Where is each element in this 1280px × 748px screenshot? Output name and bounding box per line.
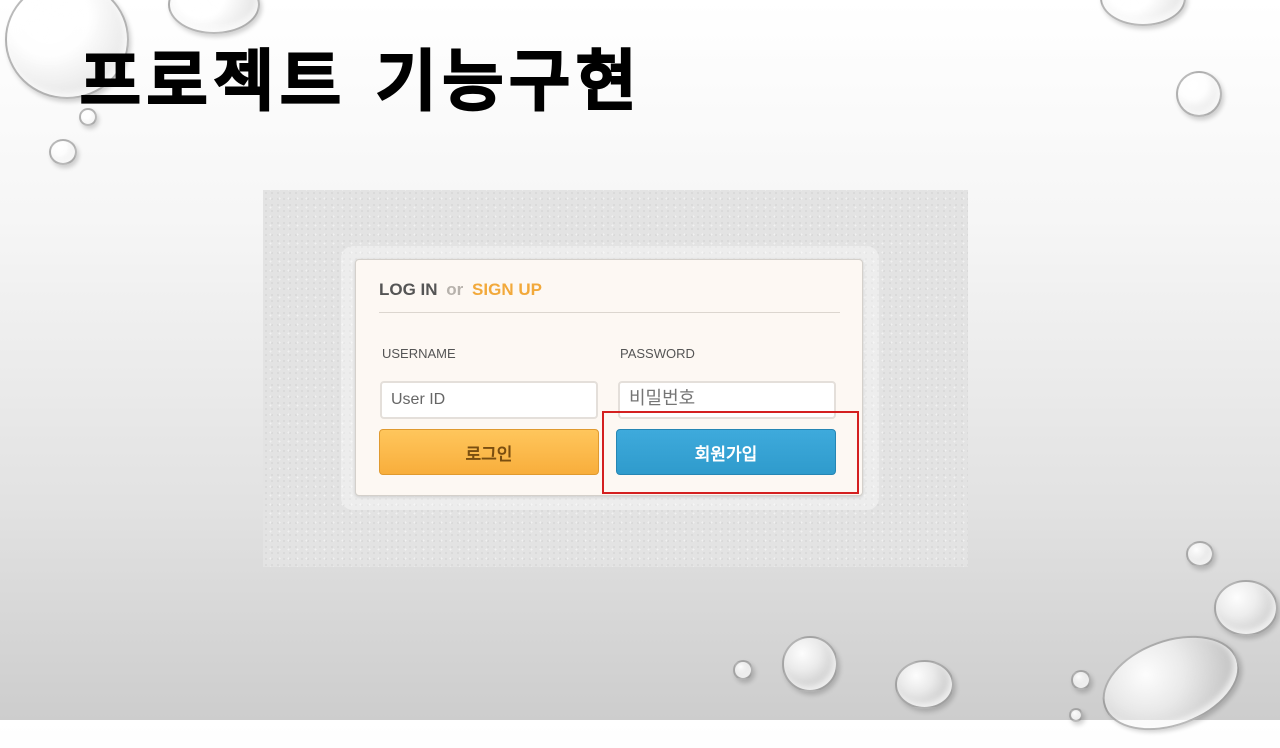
water-drop-decoration <box>895 660 954 709</box>
card-header: LOG IN or SIGN UP <box>379 280 840 313</box>
login-screenshot: LOG IN or SIGN UP USERNAME PASSWORD 로그인 … <box>263 190 968 567</box>
water-drop-decoration <box>49 139 77 165</box>
password-label: PASSWORD <box>620 346 695 361</box>
water-drop-decoration <box>1089 618 1253 748</box>
water-drop-decoration <box>1176 71 1222 117</box>
water-drop-decoration <box>733 660 753 680</box>
username-label: USERNAME <box>382 346 456 361</box>
signup-heading[interactable]: SIGN UP <box>472 280 542 299</box>
water-drop-decoration <box>1214 580 1278 636</box>
login-button[interactable]: 로그인 <box>379 429 599 475</box>
water-drop-decoration <box>1071 670 1091 690</box>
or-separator: or <box>446 280 464 299</box>
water-drop-decoration <box>1100 0 1186 26</box>
water-drop-decoration <box>782 636 838 692</box>
water-drop-decoration <box>1186 541 1214 567</box>
login-heading: LOG IN <box>379 280 438 299</box>
username-input[interactable] <box>380 381 598 419</box>
slide-title: 프로젝트 기능구현 <box>79 42 643 121</box>
signup-highlight-box <box>602 411 859 494</box>
